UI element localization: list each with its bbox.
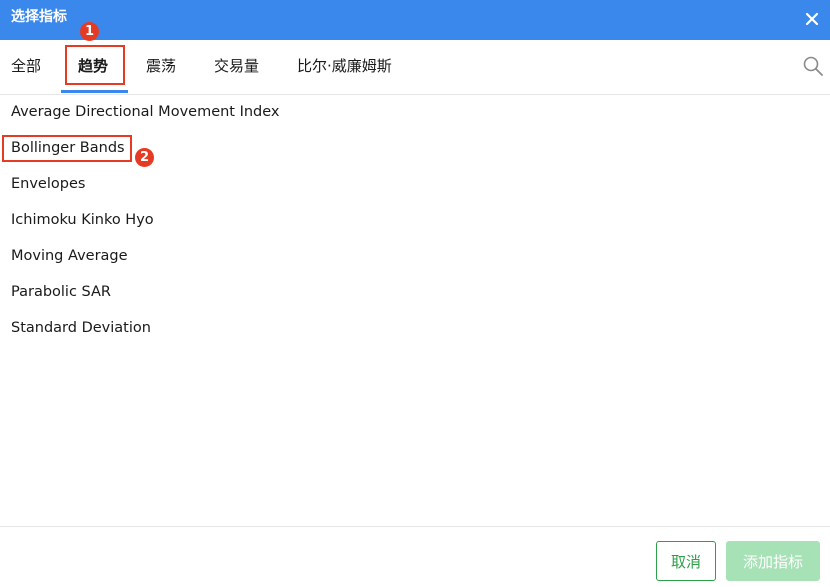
annotation-box-tab (65, 45, 125, 85)
tab-oscillator[interactable]: 震荡 (146, 40, 176, 92)
add-indicator-button[interactable]: 添加指标 (726, 541, 820, 581)
dialog-footer: 取消 添加指标 (0, 526, 830, 587)
annotation-badge-2: 2 (135, 148, 154, 167)
dialog-title: 选择指标 (11, 9, 67, 25)
annotation-box-item (2, 135, 132, 162)
annotation-badge-1: 1 (80, 22, 99, 41)
close-icon[interactable] (802, 9, 822, 29)
dialog-titlebar: 选择指标 (0, 0, 830, 40)
search-icon[interactable] (802, 55, 824, 77)
active-tab-indicator (61, 90, 128, 93)
tab-volume[interactable]: 交易量 (214, 40, 259, 92)
tab-bill-williams[interactable]: 比尔·威廉姆斯 (297, 40, 392, 92)
list-item[interactable]: Average Directional Movement Index (11, 100, 280, 124)
list-item[interactable]: Parabolic SAR (11, 280, 111, 304)
list-item[interactable]: Ichimoku Kinko Hyo (11, 208, 154, 232)
list-item[interactable]: Standard Deviation (11, 316, 151, 340)
list-item[interactable]: Envelopes (11, 172, 85, 196)
tab-all[interactable]: 全部 (11, 40, 41, 92)
list-item[interactable]: Moving Average (11, 244, 128, 268)
cancel-button[interactable]: 取消 (656, 541, 716, 581)
